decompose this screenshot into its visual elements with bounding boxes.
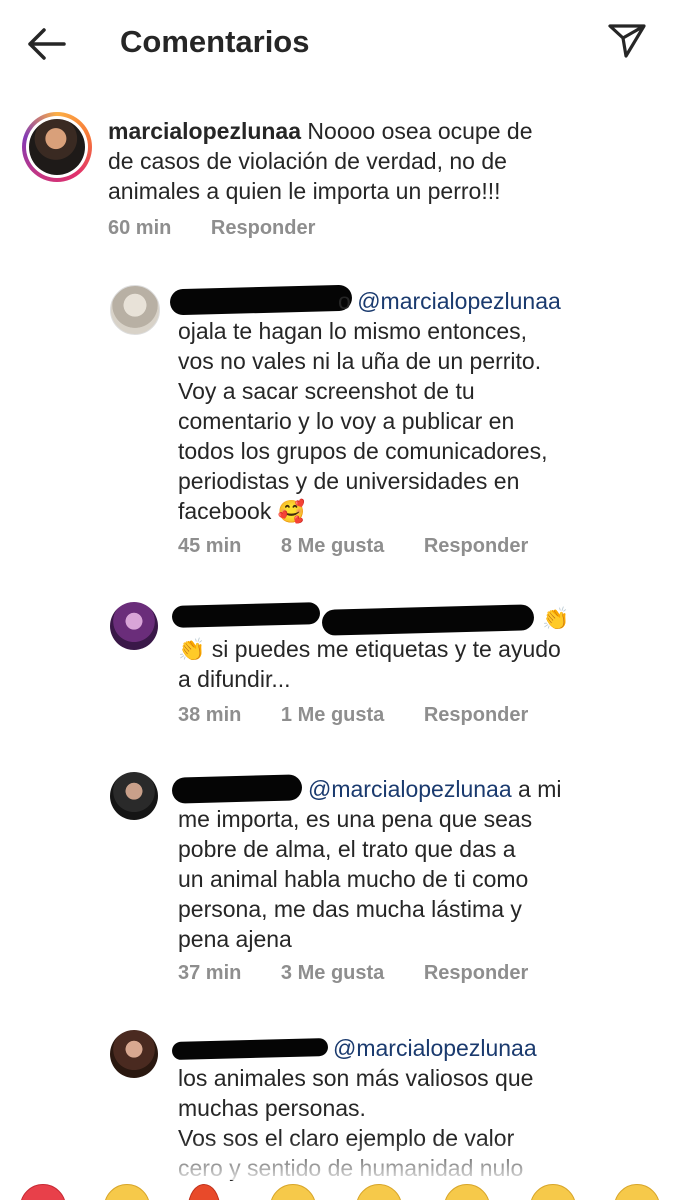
- reply-button[interactable]: Responder: [424, 704, 528, 727]
- comment-time: 45 min: [178, 535, 242, 557]
- share-button[interactable]: [606, 22, 648, 60]
- page-title: Comentarios: [120, 24, 310, 59]
- clap-emoji-icon[interactable]: [104, 1184, 150, 1200]
- emoji-reaction-bar: [0, 1176, 679, 1200]
- emoji: 👏: [178, 637, 206, 662]
- comment-time: 38 min: [178, 704, 242, 726]
- arrow-left-icon: [28, 28, 66, 60]
- party-emoji-icon[interactable]: [270, 1184, 316, 1200]
- avatar[interactable]: [22, 112, 92, 182]
- reply-button[interactable]: Responder: [211, 217, 315, 240]
- heart-emoji-icon[interactable]: [20, 1184, 66, 1200]
- comment-username[interactable]: marcialopezlunaa: [108, 118, 301, 144]
- paper-plane-icon: [608, 24, 646, 58]
- likes-count[interactable]: 3 Me gusta: [281, 962, 384, 985]
- comment-time: 60 min: [108, 217, 172, 239]
- avatar[interactable]: [110, 1030, 158, 1078]
- laughing-emoji-icon[interactable]: [614, 1184, 660, 1200]
- likes-count[interactable]: 1 Me gusta: [281, 704, 384, 727]
- reply-meta: 45 min 8 Me gusta Responder: [178, 535, 562, 558]
- header-bar: Comentarios: [0, 0, 679, 86]
- reply-text: o @marcialopezlunaa ojala te hagan lo mi…: [178, 288, 561, 524]
- mention-link[interactable]: @marcialopezlunaa: [357, 288, 561, 314]
- fire-emoji-icon[interactable]: [188, 1184, 220, 1200]
- main-comment-meta: 60 min Responder: [108, 217, 349, 240]
- surprised-emoji-icon[interactable]: [530, 1184, 576, 1200]
- bottom-fade: [0, 1140, 679, 1180]
- back-button[interactable]: [24, 26, 68, 62]
- crying-emoji-icon[interactable]: [356, 1184, 402, 1200]
- comment-time: 37 min: [178, 962, 242, 984]
- reply-meta: 37 min 3 Me gusta Responder: [178, 962, 562, 985]
- avatar[interactable]: [110, 285, 160, 335]
- redacted-username: [171, 602, 321, 628]
- avatar[interactable]: [110, 772, 158, 820]
- reply-button[interactable]: Responder: [424, 535, 528, 558]
- avatar[interactable]: [110, 602, 158, 650]
- mention-link[interactable]: @marcialopezlunaa: [308, 776, 512, 802]
- mention-link[interactable]: @marcialopezlunaa: [333, 1035, 537, 1061]
- redacted-mention: [321, 604, 535, 636]
- heart-eyes-emoji-icon[interactable]: [444, 1184, 490, 1200]
- main-comment-text: marcialopezlunaa Noooo osea ocupe de de …: [108, 118, 533, 204]
- reply-text: @marcialopezlunaa a mi me importa, es un…: [178, 776, 562, 952]
- emoji: 👏: [542, 606, 570, 631]
- reply-text: 👏 si puedes me etiquetas y te ayudo a di…: [178, 636, 561, 692]
- reply-button[interactable]: Responder: [424, 962, 528, 985]
- emoji: 🥰: [277, 499, 306, 524]
- reply-meta: 38 min 1 Me gusta Responder: [178, 704, 562, 727]
- likes-count[interactable]: 8 Me gusta: [281, 535, 384, 558]
